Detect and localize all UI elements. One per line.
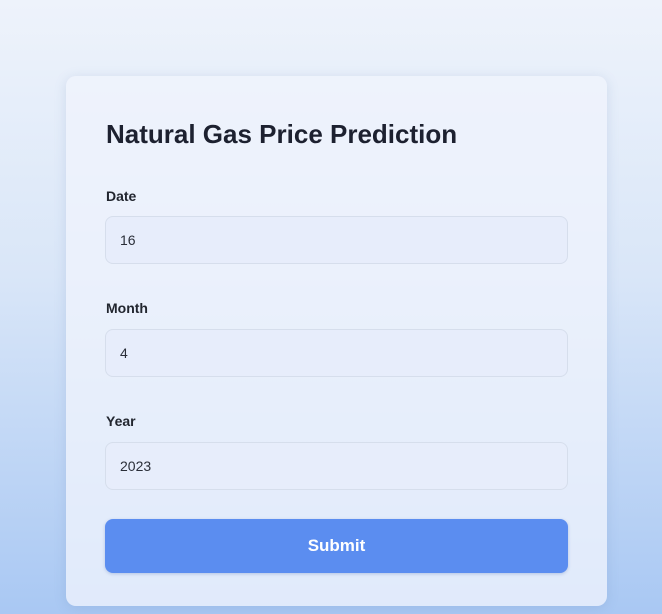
date-input[interactable] (105, 216, 568, 264)
submit-button[interactable]: Submit (105, 519, 568, 573)
prediction-form-card: Natural Gas Price Prediction Date Month … (66, 76, 607, 606)
year-label: Year (106, 413, 136, 429)
month-input[interactable] (105, 329, 568, 377)
year-input[interactable] (105, 442, 568, 490)
form-title: Natural Gas Price Prediction (106, 119, 458, 149)
date-label: Date (106, 188, 137, 204)
month-label: Month (106, 300, 148, 316)
